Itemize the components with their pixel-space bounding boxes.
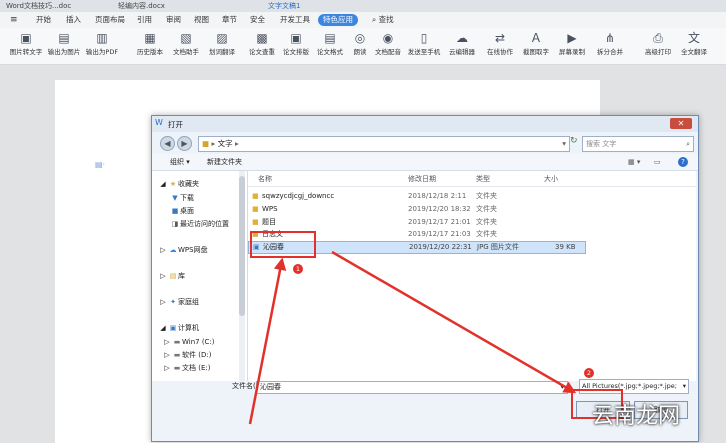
annotation-arrows bbox=[248, 250, 577, 425]
arrow-to-file bbox=[248, 257, 287, 425]
arrow-to-open bbox=[331, 250, 577, 394]
watermark-text: 云南龙网 bbox=[592, 404, 681, 429]
